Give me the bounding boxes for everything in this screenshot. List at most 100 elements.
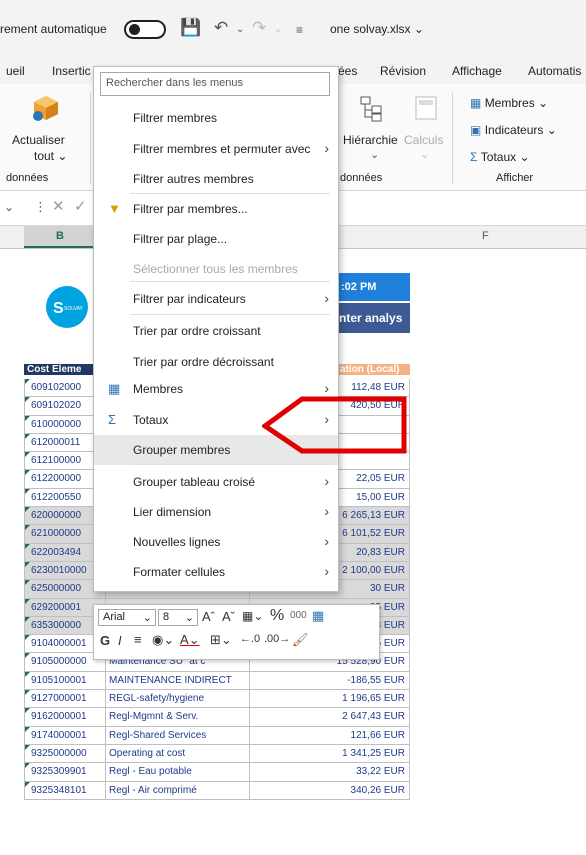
italic-icon[interactable]: I bbox=[118, 633, 122, 648]
group-data-label-2: données bbox=[340, 172, 383, 184]
menu-item-label: Filtrer autres membres bbox=[133, 172, 254, 186]
hierarchy-label[interactable]: Hiérarchie bbox=[343, 133, 398, 147]
cost-element-code: 9325348101 bbox=[31, 784, 87, 796]
menu-item-nouvelles-lignes[interactable]: Nouvelles lignes › bbox=[94, 527, 338, 557]
percent-icon[interactable]: % bbox=[270, 607, 284, 625]
menu-item-label: Filtrer par plage... bbox=[133, 232, 228, 246]
refresh-all-icon[interactable] bbox=[30, 92, 62, 124]
cost-element-code: 9104000001 bbox=[31, 638, 87, 650]
error-indicator-icon bbox=[25, 379, 30, 384]
menu-item-formater-cellules[interactable]: Formater cellules › bbox=[94, 557, 338, 587]
undo-dropdown-icon[interactable]: ⌄ bbox=[236, 24, 244, 35]
hierarchy-dropdown-icon[interactable]: ⌄ bbox=[370, 148, 379, 161]
format-painter-icon[interactable]: 🖌 bbox=[292, 632, 309, 648]
cost-element-description: Operating at cost bbox=[109, 747, 186, 759]
chevron-right-icon: › bbox=[324, 290, 329, 306]
menu-item-filtrer-par-plage[interactable]: Filtrer par plage... bbox=[94, 224, 338, 254]
menu-item-filtrer-autres-membres[interactable]: Filtrer autres membres bbox=[94, 164, 338, 194]
cost-element-description: Regl - Eau potable bbox=[109, 766, 192, 778]
undo-icon[interactable]: ↶ bbox=[214, 18, 228, 38]
menu-item-trier-par-ordre-croissant[interactable]: Trier par ordre croissant bbox=[94, 316, 338, 346]
bold-icon[interactable]: G bbox=[100, 633, 110, 648]
formula-options-icon[interactable]: ⋮ bbox=[34, 199, 47, 215]
font-name-select[interactable]: Arial ⌄ bbox=[98, 609, 156, 626]
menu-item-selectionner-tous-les-membres: Sélectionner tous les membres bbox=[94, 254, 338, 284]
menu-search-input[interactable]: Rechercher dans les menus bbox=[100, 72, 330, 96]
tab-insert[interactable]: Insertic bbox=[52, 64, 91, 78]
tab-view[interactable]: Affichage bbox=[452, 64, 502, 78]
fill-color-icon[interactable]: ◉⌄ bbox=[152, 632, 174, 648]
refresh-all-label[interactable]: Actualiser bbox=[12, 133, 65, 147]
error-indicator-icon bbox=[25, 415, 30, 421]
cost-element-description: MAINTENANCE INDIRECT bbox=[109, 674, 232, 686]
tab-data[interactable]: ées bbox=[338, 64, 357, 78]
increase-font-icon[interactable]: Aˆ bbox=[202, 609, 215, 624]
table-row[interactable]: 9325348101 Regl - Air comprimé 340,26 EUR bbox=[24, 781, 410, 800]
menu-item-filtrer-membres[interactable]: Filtrer membres bbox=[94, 103, 338, 133]
table-row[interactable]: 9174000001 Regl-Shared Services 121,66 EUR bbox=[24, 726, 410, 745]
tab-review[interactable]: Révision bbox=[380, 64, 426, 78]
table-row[interactable]: 9127000001 REGL-safety/hygiene 1 196,65 EU… bbox=[24, 690, 410, 709]
increase-decimal-icon[interactable]: ←.0 bbox=[240, 633, 260, 645]
menu-item-label: Totaux bbox=[133, 413, 169, 427]
table-row[interactable]: 9105100001 MAINTENANCE INDIRECT -186,55 EU… bbox=[24, 671, 410, 691]
valuation-amount: 22,05 EUR bbox=[356, 473, 405, 485]
align-center-icon[interactable]: ≡ bbox=[134, 632, 142, 647]
cost-element-description: Regl-Shared Services bbox=[109, 729, 207, 741]
hierarchy-icon[interactable] bbox=[360, 96, 384, 122]
font-size-select[interactable]: 8 ⌄ bbox=[158, 609, 198, 626]
chevron-down-icon: ⌄ bbox=[184, 612, 194, 624]
tab-automate[interactable]: Automatis bbox=[528, 64, 581, 78]
autosave-toggle[interactable] bbox=[124, 20, 166, 39]
toggle-knob bbox=[129, 24, 140, 35]
error-indicator-icon bbox=[25, 781, 30, 787]
error-indicator-icon bbox=[25, 452, 30, 458]
name-box-dropdown-icon[interactable]: ⌄ bbox=[4, 200, 14, 214]
indicators-button[interactable]: ▣ Indicateurs ⌄ bbox=[470, 123, 557, 137]
redo-dropdown-icon[interactable]: ⌄ bbox=[274, 24, 282, 35]
cost-element-code: 612100000 bbox=[31, 455, 82, 467]
decrease-decimal-icon[interactable]: .00→ bbox=[264, 633, 290, 645]
menu-item-trier-par-ordre-decroissant[interactable]: Trier par ordre décroissant bbox=[94, 347, 338, 377]
table-row[interactable]: 9325000000 Operating at cost 1 341,25 EUR bbox=[24, 744, 410, 764]
chevron-right-icon: › bbox=[324, 380, 329, 396]
save-icon[interactable]: 💾 bbox=[180, 18, 201, 38]
format-table-icon[interactable]: ▦ bbox=[312, 608, 324, 624]
totals-button[interactable]: Σ Totaux ⌄ bbox=[470, 150, 530, 164]
menu-item-label: Trier par ordre croissant bbox=[133, 324, 261, 338]
menu-item-grouper-tableau-croise[interactable]: Grouper tableau croisé › bbox=[94, 467, 338, 497]
cost-element-code: 9174000001 bbox=[31, 729, 87, 741]
refresh-all-sub[interactable]: tout ⌄ bbox=[34, 149, 67, 163]
cell-divider bbox=[249, 763, 250, 781]
members-button[interactable]: ▦ Membres ⌄ bbox=[470, 96, 548, 110]
table-row[interactable]: 9162000001 Regl-Mgmnt & Serv. 2 647,43 EUR bbox=[24, 708, 410, 727]
font-color-icon[interactable]: A⌄ bbox=[180, 632, 200, 648]
borders-icon[interactable]: ⊞⌄ bbox=[210, 632, 232, 648]
file-name[interactable]: one solvay.xlsx ⌄ bbox=[330, 22, 424, 36]
table-row[interactable]: 9325309901 Regl - Eau potable 33,22 EUR bbox=[24, 763, 410, 782]
accounting-format-icon[interactable]: ▦⌄ bbox=[242, 609, 263, 623]
cancel-icon[interactable]: ✕ bbox=[52, 197, 65, 215]
menu-item-filtrer-par-membres[interactable]: ▼ Filtrer par membres... bbox=[94, 194, 338, 224]
indicators-label: Indicateurs ⌄ bbox=[484, 123, 557, 137]
cost-element-code: 9325000000 bbox=[31, 747, 87, 759]
ribbon-separator bbox=[452, 92, 453, 184]
decrease-font-icon[interactable]: Aˇ bbox=[222, 609, 235, 624]
valuation-amount: 1 196,65 EUR bbox=[342, 693, 405, 705]
menu-item-filtrer-membres-et-permuter-avec[interactable]: Filtrer membres et permuter avec › bbox=[94, 134, 338, 164]
redo-icon[interactable]: ↷ bbox=[252, 18, 266, 38]
totals-label: Totaux ⌄ bbox=[480, 150, 530, 164]
valuation-amount: 2 647,43 EUR bbox=[342, 711, 405, 723]
menu-separator bbox=[130, 464, 330, 465]
error-indicator-icon bbox=[25, 690, 30, 696]
tab-home[interactable]: ueil bbox=[6, 64, 25, 78]
menu-separator bbox=[130, 193, 330, 194]
menu-item-lier-dimension[interactable]: Lier dimension › bbox=[94, 497, 338, 527]
menu-item-filtrer-par-indicateurs[interactable]: Filtrer par indicateurs › bbox=[94, 284, 338, 314]
calculations-label: Calculs bbox=[404, 133, 444, 147]
customize-icon[interactable]: ≡ bbox=[296, 23, 303, 37]
menu-item-label: Nouvelles lignes bbox=[133, 535, 221, 549]
thousands-separator-icon[interactable]: 000 bbox=[290, 610, 307, 621]
cell-divider bbox=[249, 708, 250, 726]
confirm-icon[interactable]: ✓ bbox=[74, 197, 87, 215]
